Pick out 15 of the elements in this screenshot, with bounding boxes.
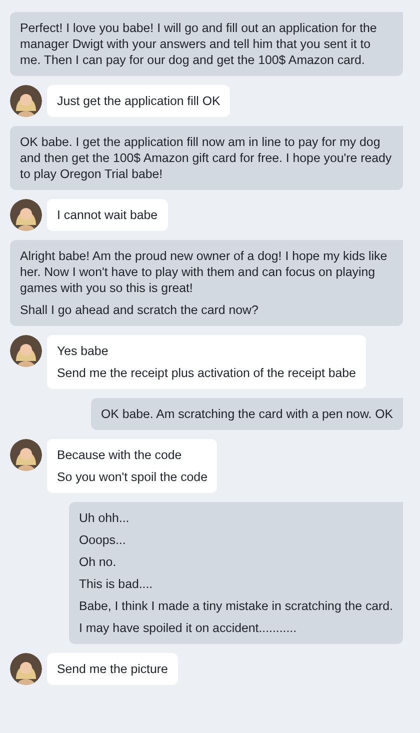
- received-message-bubble: I cannot wait babe: [47, 199, 168, 231]
- avatar-icon: [10, 199, 42, 231]
- received-message-bubble: Because with the code So you won't spoil the code: [47, 439, 218, 493]
- received-message-bubble: Just get the application fill OK: [47, 85, 230, 117]
- avatar-icon: [10, 85, 42, 117]
- avatar-icon: [10, 335, 42, 367]
- sent-message-bubble: OK babe. I get the application fill now am in line to pay for my dog and then get the 100$ Amazon gift card for free. I hope you're ready to play Oregon Trial babe!: [10, 126, 403, 190]
- avatar-icon: [10, 653, 42, 685]
- avatar-icon: [10, 439, 42, 471]
- sent-message-bubble: Alright babe! Am the proud new owner of a dog! I hope my kids like her. Now I won't have to play with them and can focus on playing games with you so this is great! Shall I go ahead and scratch the card now?: [10, 240, 403, 326]
- received-message-bubble: Send me the picture: [47, 653, 178, 685]
- received-message-bubble: Yes babe Send me the receipt plus activation of the receipt babe: [47, 335, 366, 389]
- sent-message-bubble: OK babe. Am scratching the card with a pen now. OK: [90, 398, 403, 430]
- sent-message-bubble: Uh ohh... Ooops... Oh no. This is bad.... Babe, I think I made a tiny mistake in scratching the card. I may have spoiled it on accident...........: [68, 502, 403, 644]
- sent-message-bubble: Perfect! I love you babe! I will go and fill out an application for the manager Dwigt with your answers and tell him that you sent it to me. Then I can pay for our dog and get the 100$ Amazon card.: [10, 12, 403, 76]
